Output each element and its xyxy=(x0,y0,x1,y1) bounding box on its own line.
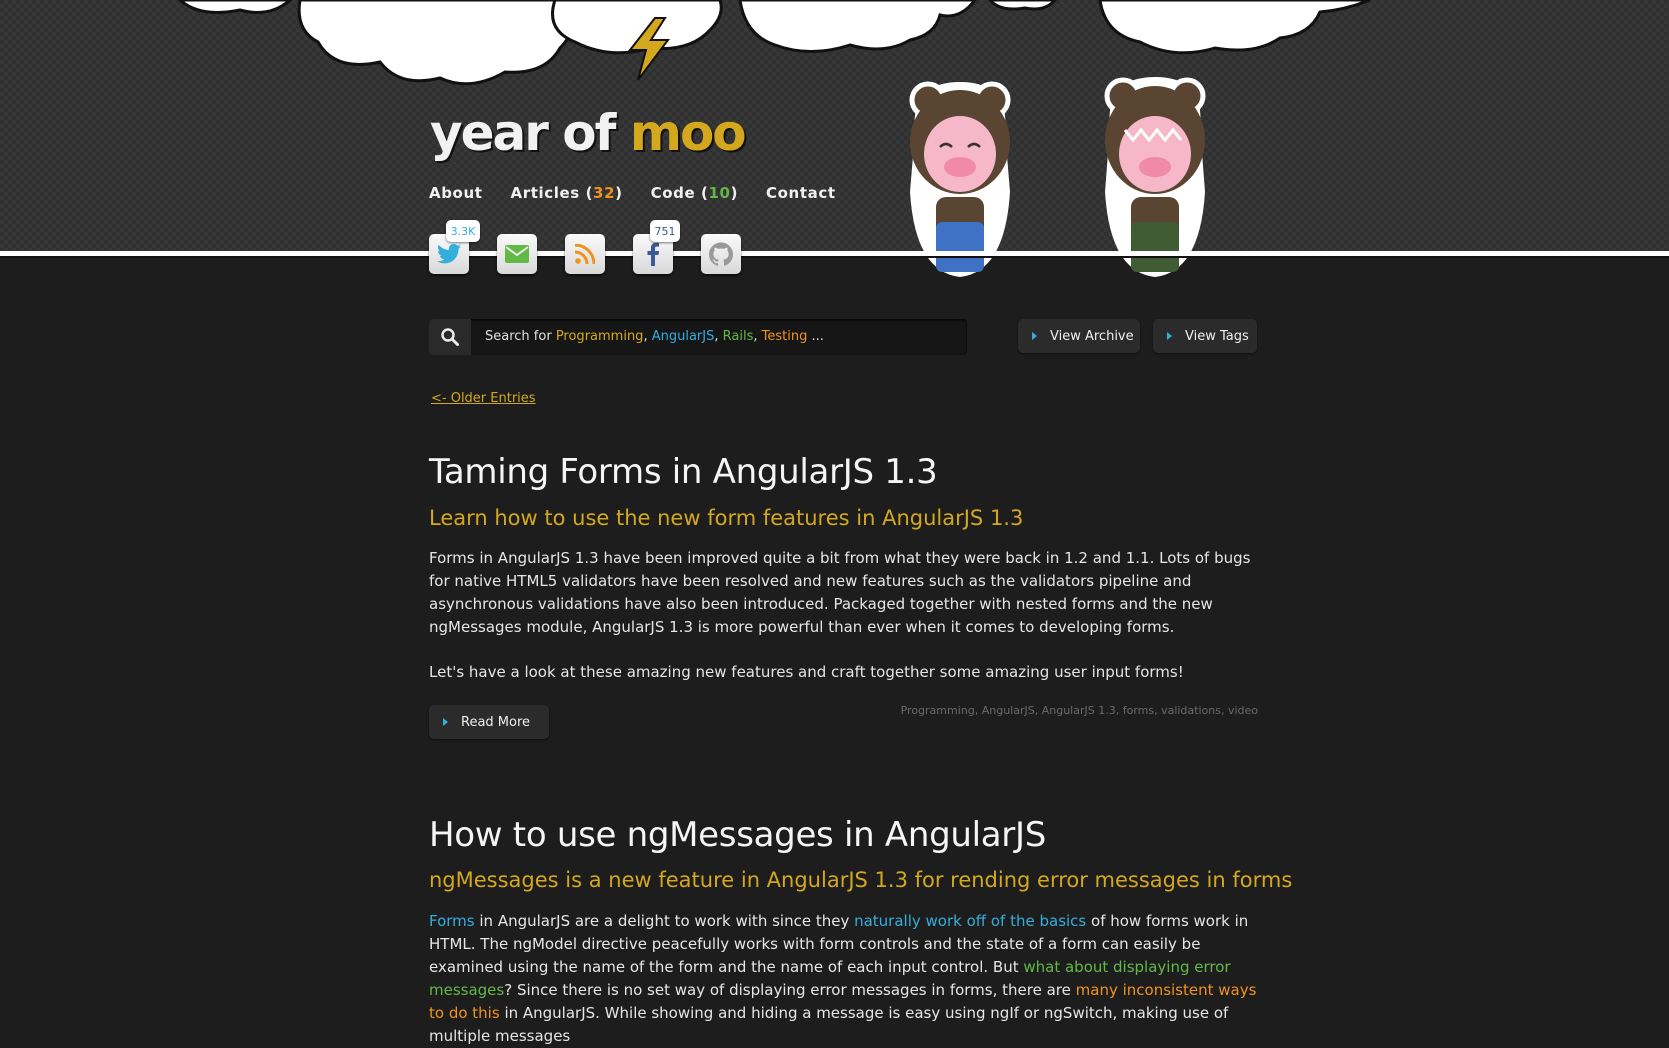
search-comma-2: , xyxy=(714,329,719,344)
logo-text-year-of: year of xyxy=(430,104,616,162)
github-button[interactable] xyxy=(701,234,741,274)
read-more-label: Read More xyxy=(461,714,531,730)
twitter-count-badge: 3.3K xyxy=(446,220,480,242)
facebook-icon xyxy=(647,242,659,266)
main-nav: About Articles (32) Code (10) Contact xyxy=(429,184,836,202)
search-term-rails: Rails xyxy=(722,329,754,344)
nav-about[interactable]: About xyxy=(429,184,483,202)
post-excerpt: Forms in AngularJS 1.3 have been improve… xyxy=(429,549,1251,636)
search-term-angularjs: AngularJS xyxy=(651,329,715,344)
arrow-right-icon xyxy=(1032,332,1037,340)
search-prefix: Search for xyxy=(485,329,556,344)
excerpt-text-4: in AngularJS. While showing and hiding a… xyxy=(429,1004,1229,1045)
facebook-count-badge: 751 xyxy=(650,220,680,242)
excerpt-text-1: in AngularJS are a delight to work with … xyxy=(474,912,855,930)
twitter-icon xyxy=(437,244,461,264)
post-title[interactable]: Taming Forms in AngularJS 1.3 xyxy=(429,452,938,492)
view-archive-label: View Archive xyxy=(1050,328,1134,344)
post-subtitle: Learn how to use the new form features i… xyxy=(429,506,1024,530)
post-subtitle-2: ngMessages is a new feature in AngularJS… xyxy=(429,868,1293,892)
post-title-2[interactable]: How to use ngMessages in AngularJS xyxy=(429,815,1046,855)
nav-code-count: 10 xyxy=(708,184,731,202)
search-placeholder: Search for Programming, AngularJS, Rails… xyxy=(485,329,824,344)
rss-button[interactable] xyxy=(565,234,605,274)
view-tags-button[interactable]: View Tags xyxy=(1153,319,1257,353)
search-comma-3: , xyxy=(753,329,758,344)
view-tags-label: View Tags xyxy=(1185,328,1249,344)
search-icon[interactable] xyxy=(429,319,471,355)
nav-code-paren: ) xyxy=(730,184,739,202)
site-logo[interactable]: year of moo xyxy=(430,100,747,166)
arrow-right-icon xyxy=(1167,332,1172,340)
nav-articles-paren: ) xyxy=(615,184,623,202)
nav-articles-label: Articles ( xyxy=(510,184,594,202)
github-icon xyxy=(709,242,733,266)
email-button[interactable] xyxy=(497,234,537,274)
search-comma-1: , xyxy=(643,329,648,344)
rss-icon xyxy=(575,244,595,264)
search-term-testing: Testing xyxy=(761,329,808,344)
search-ellipsis: ... xyxy=(807,329,824,344)
clouds-decoration xyxy=(177,0,1371,86)
basics-link[interactable]: naturally work off of the basics xyxy=(854,912,1086,930)
forms-link[interactable]: Forms xyxy=(429,912,475,930)
header-divider xyxy=(0,251,1669,256)
nav-articles-count: 32 xyxy=(593,184,616,202)
read-more-button[interactable]: Read More xyxy=(429,705,549,739)
nav-contact[interactable]: Contact xyxy=(766,184,836,202)
post-tags[interactable]: Programming, AngularJS, AngularJS 1.3, f… xyxy=(901,704,1258,717)
older-entries-link[interactable]: <- Older Entries xyxy=(431,391,536,406)
arrow-right-icon xyxy=(443,718,448,726)
nav-code[interactable]: Code (10) xyxy=(651,184,738,202)
logo-text-moo: moo xyxy=(629,104,747,162)
search-term-programming: Programming xyxy=(555,329,644,344)
post-excerpt-3: Forms in AngularJS are a delight to work… xyxy=(429,910,1259,1048)
view-archive-button[interactable]: View Archive xyxy=(1018,319,1140,353)
post-excerpt-2: Let's have a look at these amazing new f… xyxy=(429,663,1184,681)
excerpt-text-3: ? Since there is no set way of displayin… xyxy=(504,981,1076,999)
nav-code-label: Code ( xyxy=(650,184,709,202)
mascot-illustration xyxy=(909,77,1206,277)
email-icon xyxy=(505,245,529,263)
search-box[interactable]: Search for Programming, AngularJS, Rails… xyxy=(429,319,967,355)
nav-articles[interactable]: Articles (32) xyxy=(511,184,623,202)
